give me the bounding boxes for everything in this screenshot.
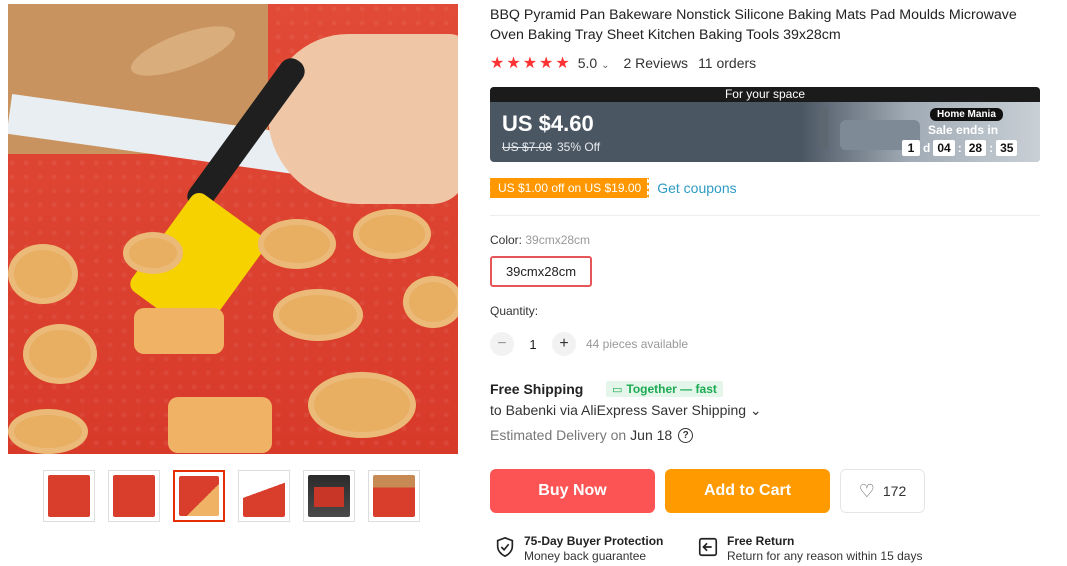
- countdown-minutes: 28: [964, 140, 987, 156]
- sale-price: US $4.60: [502, 111, 594, 136]
- wishlist-count: 172: [882, 483, 907, 499]
- heart-icon: ♡: [858, 480, 875, 501]
- shield-check-icon: [496, 536, 514, 558]
- guarantee-title: Free Return: [727, 534, 795, 548]
- lamp-graphic: [820, 108, 828, 148]
- delivery-date: Jun 18: [630, 427, 673, 443]
- cookie-graphic: [8, 244, 78, 304]
- cookie-graphic: [123, 232, 183, 274]
- cookie-graphic: [258, 219, 336, 269]
- countdown-hours: 04: [933, 140, 955, 156]
- reviews-link[interactable]: 2 Reviews: [623, 55, 688, 71]
- promo-banner[interactable]: For your space US $4.60 US $7.08 35% Off…: [490, 87, 1040, 162]
- countdown-timer: 1 d 04 : 28 : 35: [902, 140, 1018, 156]
- help-icon[interactable]: ?: [678, 427, 694, 443]
- thumbnail-3[interactable]: [173, 470, 225, 522]
- thumbnail-4[interactable]: [238, 470, 290, 522]
- truck-icon: ▭: [612, 383, 623, 396]
- color-label: Color: 39cmx28cm: [490, 233, 591, 247]
- buyer-protection: 75-Day Buyer Protection Money back guara…: [494, 534, 663, 564]
- sale-ends-label: Sale ends in: [928, 123, 999, 137]
- product-title: BBQ Pyramid Pan Bakeware Nonstick Silico…: [490, 7, 1017, 43]
- thumbnail-5[interactable]: [303, 470, 355, 522]
- cookie-graphic: [308, 372, 416, 438]
- return-icon: [698, 537, 718, 557]
- coupon-row: US $1.00 off on US $19.00 Get coupons: [487, 178, 737, 198]
- main-product-image[interactable]: [8, 4, 458, 454]
- thumbnail-1[interactable]: [43, 470, 95, 522]
- rating-stars: ★★★★★: [490, 55, 572, 72]
- color-option-39cmx28cm[interactable]: 39cmx28cm: [490, 256, 592, 287]
- together-fast-badge: ▭ Together — fast: [606, 381, 723, 397]
- cookie-graphic: [403, 276, 458, 328]
- quantity-decrease-button[interactable]: −: [490, 332, 514, 356]
- buy-now-button[interactable]: Buy Now: [490, 469, 655, 513]
- countdown-seconds: 35: [996, 140, 1018, 156]
- wishlist-button[interactable]: ♡ 172: [840, 469, 925, 513]
- thumbnail-6[interactable]: [368, 470, 420, 522]
- cookie-graphic: [23, 324, 97, 384]
- shipping-title: Free Shipping: [490, 381, 584, 397]
- guarantee-subtitle: Money back guarantee: [524, 549, 647, 563]
- shipping-method-selector[interactable]: to Babenki via AliExpress Saver Shipping…: [490, 402, 762, 419]
- quantity-label: Quantity:: [490, 304, 539, 318]
- estimated-delivery: Estimated Delivery on Jun 18 ?: [490, 427, 694, 443]
- cracker-graphic: [134, 308, 224, 354]
- guarantee-title: 75-Day Buyer Protection: [524, 534, 664, 548]
- cracker-graphic: [168, 397, 272, 453]
- rating-value[interactable]: 5.0 ⌄: [578, 55, 610, 71]
- free-return: Free Return Return for any reason within…: [697, 534, 922, 564]
- cookie-graphic: [8, 409, 88, 454]
- countdown-days-suffix: d: [923, 141, 931, 155]
- quantity-value[interactable]: 1: [514, 337, 552, 352]
- discount-label: 35% Off: [557, 140, 601, 154]
- color-selected-value: 39cmx28cm: [525, 233, 591, 247]
- rating-row: ★★★★★ 5.0 ⌄ 2 Reviews 11 orders: [490, 53, 756, 73]
- thumbnail-2[interactable]: [108, 470, 160, 522]
- guarantee-subtitle: Return for any reason within 15 days: [727, 549, 923, 563]
- quantity-increase-button[interactable]: +: [552, 332, 576, 356]
- cookie-graphic: [273, 289, 363, 341]
- cookie-graphic: [353, 209, 431, 259]
- section-divider: [490, 215, 1040, 216]
- countdown-days: 1: [902, 140, 920, 156]
- add-to-cart-button[interactable]: Add to Cart: [665, 469, 830, 513]
- quantity-stepper: − 1 + 44 pieces available: [490, 332, 688, 356]
- quantity-available: 44 pieces available: [586, 337, 689, 351]
- store-badge: Home Mania: [930, 108, 1003, 121]
- original-price: US $7.08: [502, 140, 553, 154]
- coupon-tag[interactable]: US $1.00 off on US $19.00: [487, 178, 652, 198]
- promo-header: For your space: [490, 87, 1040, 102]
- get-coupons-link[interactable]: Get coupons: [657, 180, 736, 196]
- orders-count: 11 orders: [698, 55, 757, 71]
